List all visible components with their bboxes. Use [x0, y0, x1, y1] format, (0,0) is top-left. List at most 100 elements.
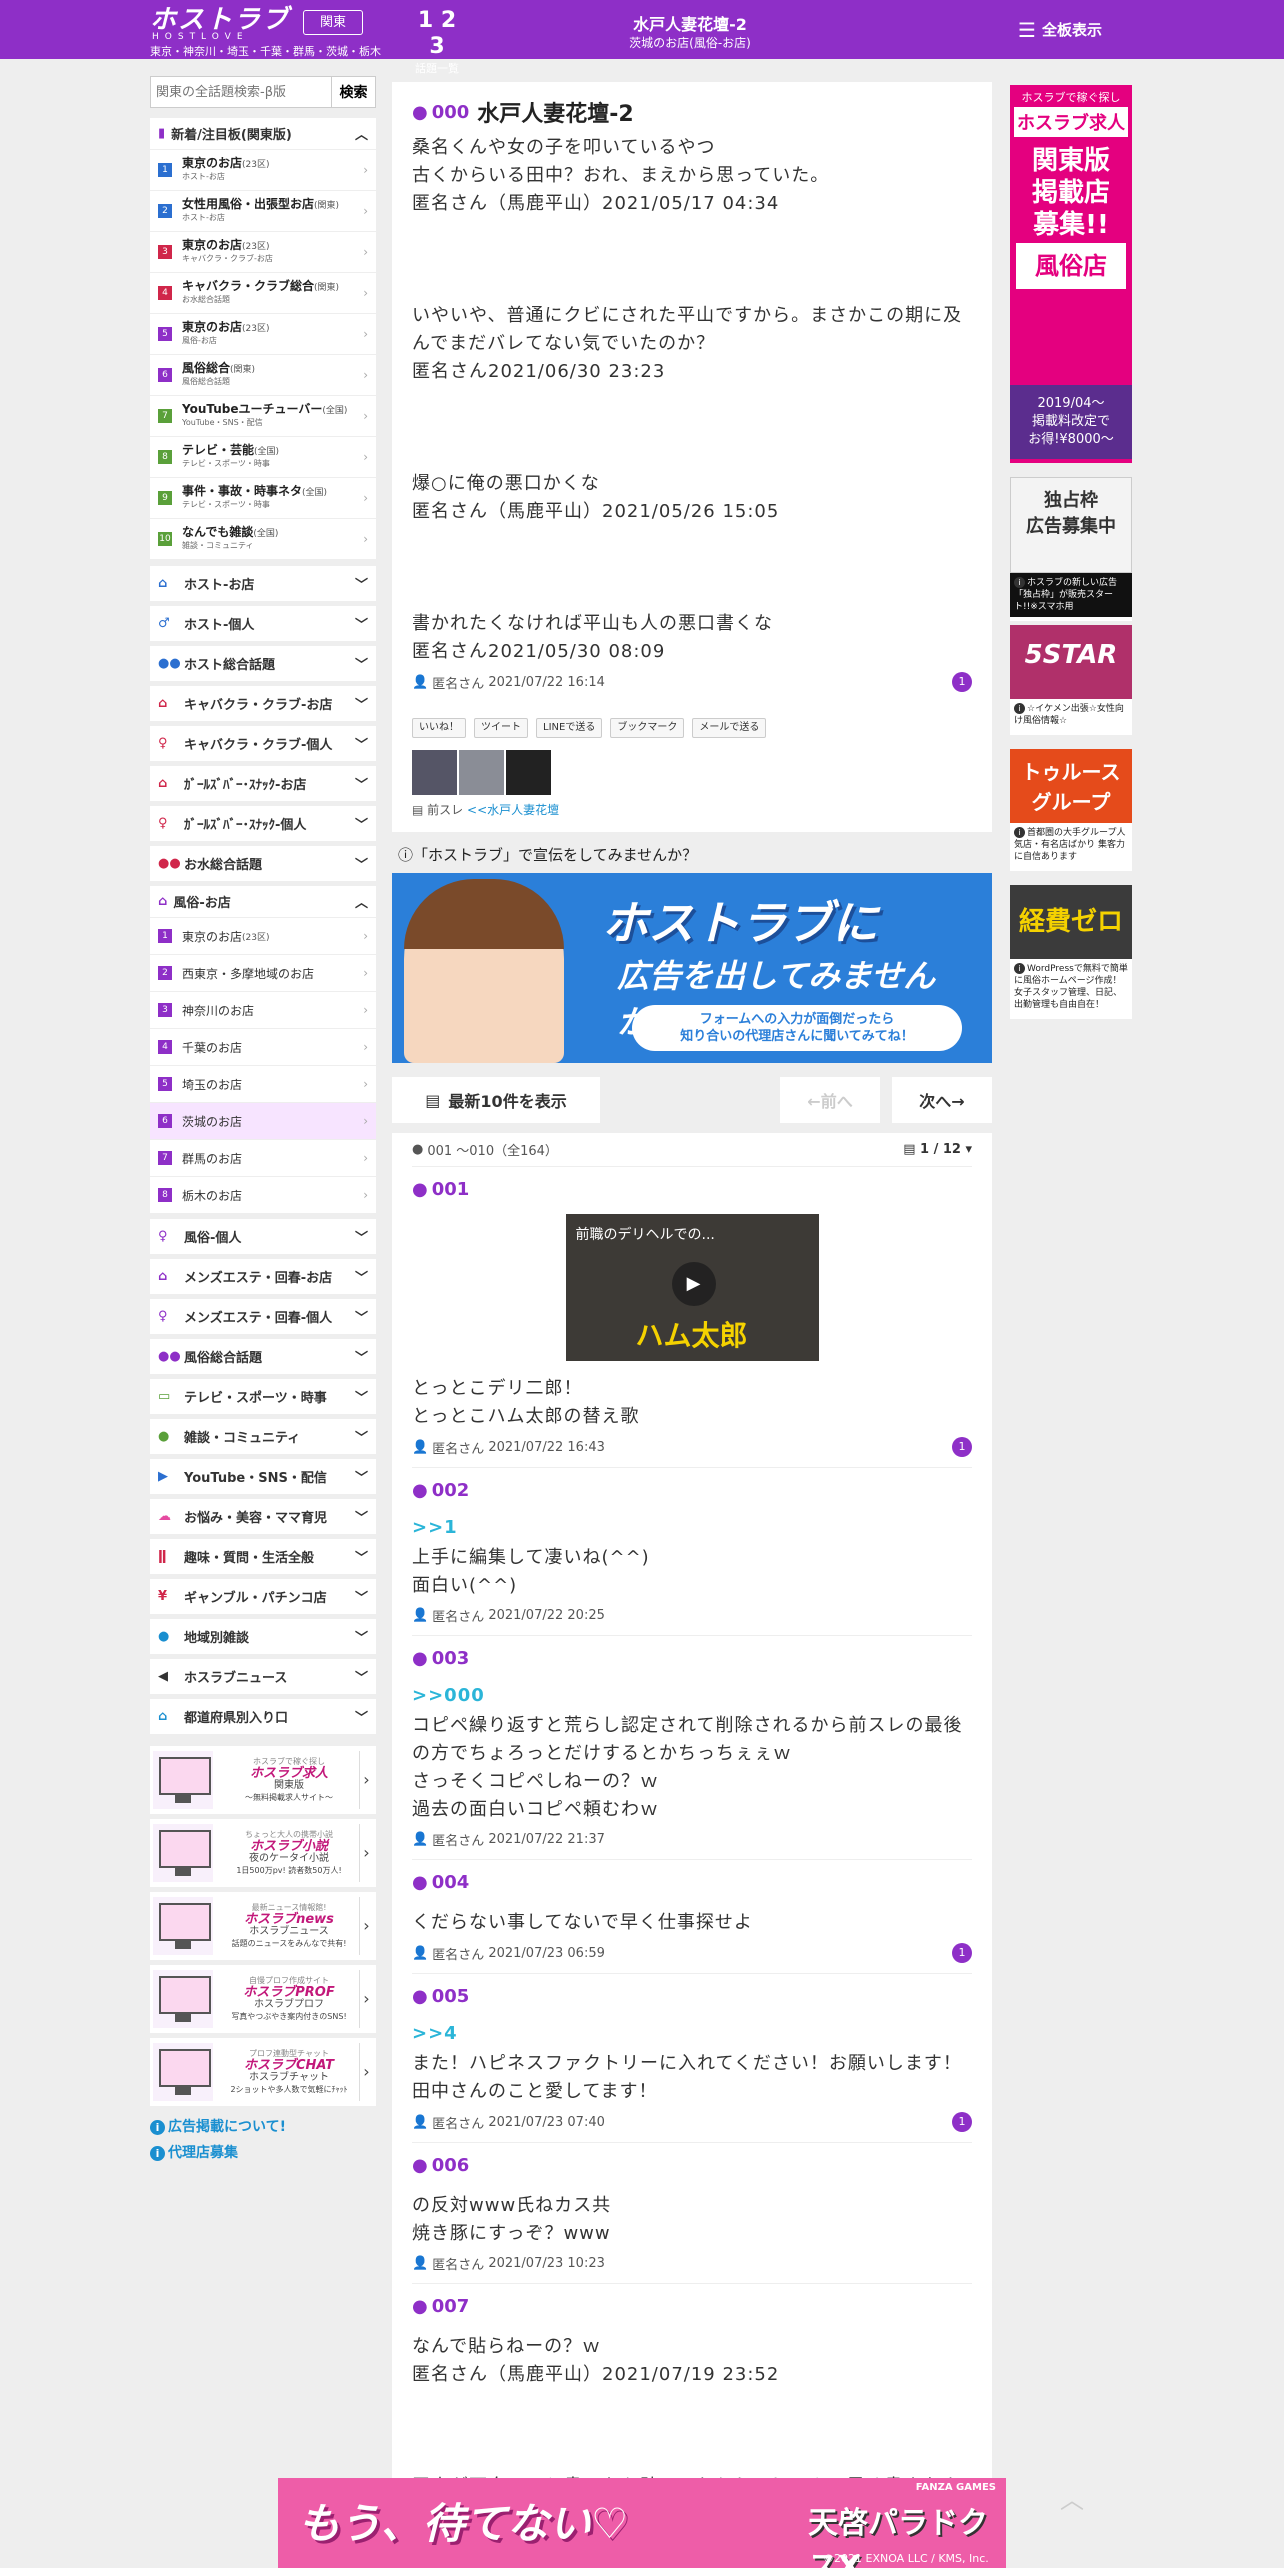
scroll-to-top-button[interactable]: ︿	[1060, 2480, 1084, 2515]
reply-count-badge[interactable]: 1	[952, 1437, 972, 1457]
ranking-item[interactable]: 8 テレビ・芸能(全国) テレビ・スポーツ・時事 ›	[150, 437, 376, 478]
category-item[interactable]: ▶ YouTube・SNS・配信 ﹀	[150, 1459, 376, 1494]
category-item[interactable]: ● 地域別雑談 ﹀	[150, 1619, 376, 1654]
header: ホストラブ HOSTLOVE 関東 東京・神奈川・埼玉・千葉・群馬・茨城・栃木 …	[0, 0, 1284, 75]
fuzoku-item[interactable]: 5 埼玉のお店 ›	[150, 1066, 376, 1103]
facebook-like-button[interactable]: いいね！	[412, 718, 466, 738]
category-item[interactable]: ⌂ キャバクラ・クラブ-お店 ﹀	[150, 686, 376, 721]
fuzoku-item[interactable]: 4 千葉のお店 ›	[150, 1029, 376, 1066]
latest-10-button[interactable]: ▤ 最新10件を表示	[392, 1077, 600, 1123]
posts: ● 001 前職のデリヘルでの... ▶ ハム太郎 とっとこデリ二郎！ とっとこハム太郎の…	[412, 1167, 972, 2511]
category-item[interactable]: ⌂ メンズエステ・回春-お店 ﹀	[150, 1259, 376, 1294]
ad-info-link[interactable]: i 広告掲載について!	[150, 2116, 376, 2136]
thumbnail-image[interactable]	[459, 750, 504, 795]
category-item[interactable]: ♀ キャバクラ・クラブ-個人 ﹀	[150, 726, 376, 761]
line-share-button[interactable]: LINEで送る	[536, 718, 603, 738]
ranking-item[interactable]: 10 なんでも雑談(全国) 雑談・コミュニティ ›	[150, 519, 376, 560]
topics-list-button[interactable]: 1 2 3 話題一覧	[410, 8, 464, 76]
recruit-ad[interactable]: ホスラブで稼ぐ探し ホスラブ求人 関東版 掲載店 募集!! 風俗店 2019/0…	[1010, 85, 1132, 463]
service-banner[interactable]: ちょっと大人の携帯小説 ホスラブ小説 夜のケータイ小説 1日500万pv! 読者数50…	[150, 1819, 376, 1887]
reply-anchor[interactable]: >>4	[412, 2023, 972, 2044]
category-item[interactable]: ¥ ギャンブル・パチンコ店 ﹀	[150, 1579, 376, 1614]
op-number[interactable]: ● 000	[412, 102, 469, 123]
fuzoku-number: 1	[158, 929, 172, 943]
service-banner[interactable]: 自慢プロフ作成サイト ホスラブPROF ホスラブプロフ 写真やつぶやき案内付きのSNS…	[150, 1965, 376, 2033]
category-item[interactable]: ☁ お悩み・美容・ママ育児 ﹀	[150, 1499, 376, 1534]
category-item[interactable]: ⌂ 都道府県別入り口 ﹀	[150, 1699, 376, 1734]
post-number[interactable]: ● 001	[412, 1179, 972, 1200]
post-meta: 👤 匿名さん 2021/07/23 10:23	[412, 2254, 972, 2273]
region-badge[interactable]: 関東	[303, 10, 363, 35]
post-number[interactable]: ● 007	[412, 2296, 972, 2317]
ranking-item[interactable]: 2 女性用風俗・出張型お店(関東) ホスト-お店 ›	[150, 191, 376, 232]
mail-share-button[interactable]: メールで送る	[692, 718, 767, 738]
service-banner[interactable]: プロフ連動型チャット ホスラブCHAT ホスラブチャット 2ショットや多人数で気軽にﾁ…	[150, 2038, 376, 2106]
speech-bubble-icon: ●	[412, 101, 428, 123]
category-item[interactable]: ⌂ ｶﾞｰﾙｽﾞﾊﾞｰ･ｽﾅｯｸ-お店 ﹀	[150, 766, 376, 801]
category-item[interactable]: ♂ ホスト-個人 ﹀	[150, 606, 376, 641]
thumbnail-image[interactable]	[412, 750, 457, 795]
category-item[interactable]: ●● 風俗総合話題 ﹀	[150, 1339, 376, 1374]
reply-count-badge[interactable]: 1	[952, 1943, 972, 1963]
post-number[interactable]: ● 005	[412, 1986, 972, 2007]
category-item[interactable]: ●● ホスト総合話題 ﹀	[150, 646, 376, 681]
search-button[interactable]: 検索	[332, 76, 376, 108]
post-number[interactable]: ● 004	[412, 1872, 972, 1893]
fuzoku-item[interactable]: 6 茨城のお店 ›	[150, 1103, 376, 1140]
next-page-button[interactable]: 次へ→	[892, 1077, 992, 1123]
reply-anchor[interactable]: >>1	[412, 1517, 972, 1538]
truth-group-ad[interactable]: トゥルース グループ i 首都圏の大手グループ人気店・有名店ばかり 集客力に自信あ…	[1010, 749, 1132, 871]
category-item[interactable]: ◀ ホスラブニュース ﹀	[150, 1659, 376, 1694]
full-board-button[interactable]: ☰ 全板表示	[1018, 18, 1102, 42]
fivestar-ad-caption-text: ☆イケメン出張☆女性向け風俗情報☆	[1014, 704, 1124, 726]
category-item[interactable]: ♀ メンズエステ・回春-個人 ﹀	[150, 1299, 376, 1334]
chevron-right-icon: ›	[363, 1077, 368, 1091]
post-number[interactable]: ● 006	[412, 2155, 972, 2176]
thumbnail-image[interactable]	[506, 750, 551, 795]
prev-page-button[interactable]: ←前へ	[780, 1077, 880, 1123]
fuzoku-item[interactable]: 2 西東京・多摩地域のお店 ›	[150, 955, 376, 992]
post-number[interactable]: ● 002	[412, 1480, 972, 1501]
category-item[interactable]: ǁ 趣味・質問・生活全般 ﹀	[150, 1539, 376, 1574]
page-select[interactable]: ▤ 1 / 12 ▾	[903, 1142, 972, 1157]
category-item[interactable]: ♀ 風俗-個人 ﹀	[150, 1219, 376, 1254]
speech-bubble-icon: ●	[412, 1648, 428, 1669]
play-icon[interactable]: ▶	[671, 1262, 716, 1306]
embedded-video[interactable]: 前職のデリヘルでの... ▶ ハム太郎	[565, 1214, 819, 1361]
reply-count-badge[interactable]: 1	[952, 2112, 972, 2132]
previous-thread-link[interactable]: <<水戸人妻花壇	[467, 803, 559, 817]
ranking-item[interactable]: 9 事件・事故・時事ネタ(全国) テレビ・スポーツ・時事 ›	[150, 478, 376, 519]
category-item[interactable]: ⌂ ホスト-お店 ﹀	[150, 566, 376, 601]
fuzoku-item[interactable]: 7 群馬のお店 ›	[150, 1140, 376, 1177]
service-banner[interactable]: ホスラブで稼ぐ探し ホスラブ求人 関東版 〜無料掲載求人サイト〜 ›	[150, 1746, 376, 1814]
agency-link[interactable]: i 代理店募集	[150, 2142, 376, 2162]
ranking-item[interactable]: 6 風俗総合(関東) 風俗総合話題 ›	[150, 355, 376, 396]
ranking-item[interactable]: 1 東京のお店(23区) ホスト-お店 ›	[150, 150, 376, 191]
reply-anchor[interactable]: >>000	[412, 1685, 972, 1706]
category-item[interactable]: ● 雑談・コミュニティ ﹀	[150, 1419, 376, 1454]
ranking-item[interactable]: 7 YouTubeユーチューバー(全国) YouTube・SNS・配信 ›	[150, 396, 376, 437]
exclusive-ad[interactable]: 独占枠 広告募集中 i ホスラブの新しい広告「独占枠」が販売スタート!!※スマホ用	[1010, 477, 1132, 621]
bottom-ad-banner[interactable]: もう、待てない♡ 天啓パラドクスX ©2021 EXNOA LLC / KMS,…	[278, 2478, 1006, 2568]
ranking-item[interactable]: 5 東京のお店(23区) 風俗-お店 ›	[150, 314, 376, 355]
ranking-item[interactable]: 4 キャバクラ・クラブ総合(関東) お水総合話題 ›	[150, 273, 376, 314]
fivestar-ad[interactable]: 5STAR i ☆イケメン出張☆女性向け風俗情報☆	[1010, 625, 1132, 735]
fuzoku-header[interactable]: ⌂ 風俗-お店 ︿	[150, 886, 376, 918]
logo[interactable]: ホストラブ	[150, 7, 290, 33]
category-item[interactable]: ▭ テレビ・スポーツ・時事 ﹀	[150, 1379, 376, 1414]
category-item[interactable]: ●● お水総合話題 ﹀	[150, 846, 376, 881]
post-number[interactable]: ● 003	[412, 1648, 972, 1669]
ranking-header[interactable]: ▮ 新着/注目板(関東版) ︿	[150, 118, 376, 150]
bookmark-button[interactable]: ブックマーク	[610, 718, 685, 738]
zero-cost-ad[interactable]: 経費ゼロ i WordPressで無料で簡単に風俗ホームページ作成！女子スタッフ管…	[1010, 885, 1132, 1019]
service-banner[interactable]: 最新ニュース情報館! ホスラブnews ホスラブニュース 話題のニュースをみんなで共有…	[150, 1892, 376, 1960]
ranking-item[interactable]: 3 東京のお店(23区) キャバクラ・クラブ-お店 ›	[150, 232, 376, 273]
search-input[interactable]	[150, 76, 332, 108]
category-item[interactable]: ♀ ｶﾞｰﾙｽﾞﾊﾞｰ･ｽﾅｯｸ-個人 ﹀	[150, 806, 376, 841]
tweet-button[interactable]: ツイート	[474, 718, 528, 738]
fuzoku-item[interactable]: 1 東京のお店 (23区) ›	[150, 918, 376, 955]
reply-count-badge[interactable]: 1	[952, 672, 972, 692]
ad-banner[interactable]: ホストラブに 広告を出してみませんか？ フォームへの入力が面倒だったら 知り合い…	[392, 873, 992, 1063]
fuzoku-item[interactable]: 3 神奈川のお店 ›	[150, 992, 376, 1029]
fuzoku-item[interactable]: 8 栃木のお店 ›	[150, 1177, 376, 1214]
